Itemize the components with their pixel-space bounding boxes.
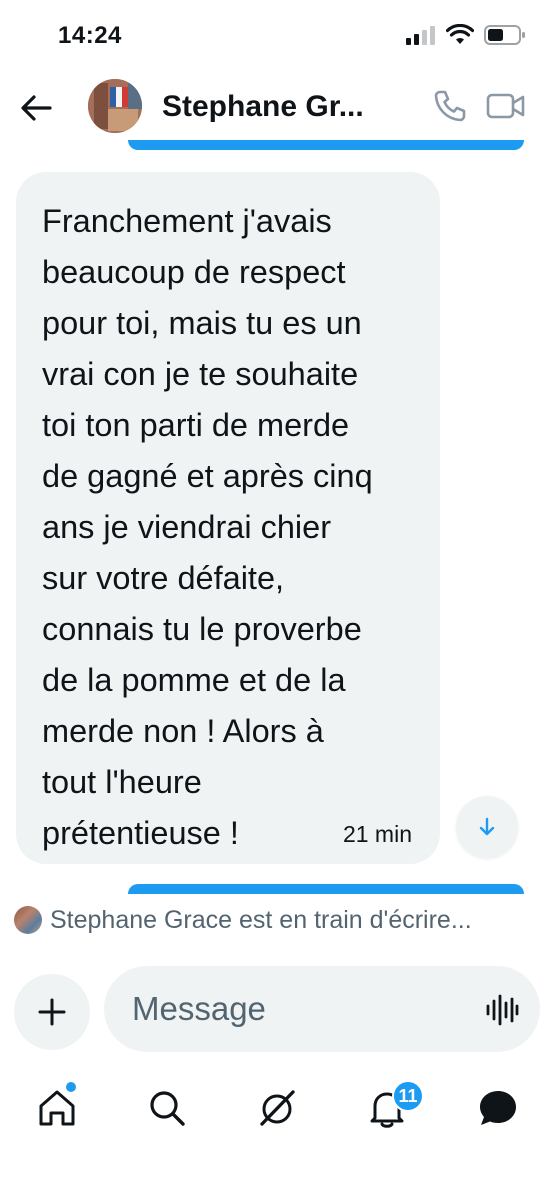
contact-name[interactable]: Stephane Gr... [162, 90, 412, 124]
voice-waveform-icon [486, 994, 519, 1026]
message-composer [104, 966, 540, 1052]
phone-icon [434, 90, 466, 122]
video-camera-icon [486, 93, 525, 119]
typing-avatar [14, 906, 42, 934]
status-icons [406, 24, 526, 46]
avatar-image [88, 79, 142, 133]
notifications-badge: 11 [392, 1080, 424, 1112]
plus-icon [38, 998, 66, 1026]
typing-indicator-text: Stephane Grace est en train d'écrire... [50, 905, 472, 934]
scroll-to-bottom-button[interactable] [456, 796, 518, 858]
messages-icon [480, 1091, 516, 1125]
message-timestamp: 21 min [342, 821, 412, 847]
message-text: Franchement j'avais beaucoup de respect … [42, 203, 373, 851]
next-message-edge [128, 884, 524, 894]
arrow-down-icon [479, 817, 495, 836]
nav-messages[interactable] [476, 1086, 520, 1130]
bottom-navigation: 11 [0, 1068, 554, 1148]
cellular-signal-icon [406, 26, 435, 45]
contact-avatar[interactable] [88, 79, 142, 133]
video-call-button[interactable] [486, 88, 526, 124]
nav-grok[interactable] [256, 1086, 300, 1130]
add-media-button[interactable] [14, 974, 90, 1050]
home-unread-dot [66, 1082, 76, 1092]
grok-icon [260, 1090, 295, 1126]
wifi-icon [446, 24, 474, 44]
status-bar: 14:24 [0, 0, 554, 70]
nav-home[interactable] [35, 1086, 79, 1130]
voice-message-button[interactable] [484, 992, 520, 1028]
typing-indicator: Stephane Grace est en train d'écrire... [14, 902, 544, 938]
conversation-header: Stephane Gr... [0, 70, 554, 150]
nav-search[interactable] [145, 1086, 189, 1130]
status-time: 14:24 [58, 22, 122, 49]
search-icon [150, 1091, 185, 1126]
back-button[interactable] [16, 88, 56, 128]
battery-icon [484, 25, 525, 45]
back-arrow-icon [21, 95, 52, 121]
previous-message-edge [128, 140, 524, 150]
message-input[interactable] [132, 966, 472, 1052]
home-icon [39, 1090, 75, 1126]
call-button[interactable] [432, 88, 468, 124]
received-message-bubble[interactable]: Franchement j'avais beaucoup de respect … [16, 172, 440, 864]
